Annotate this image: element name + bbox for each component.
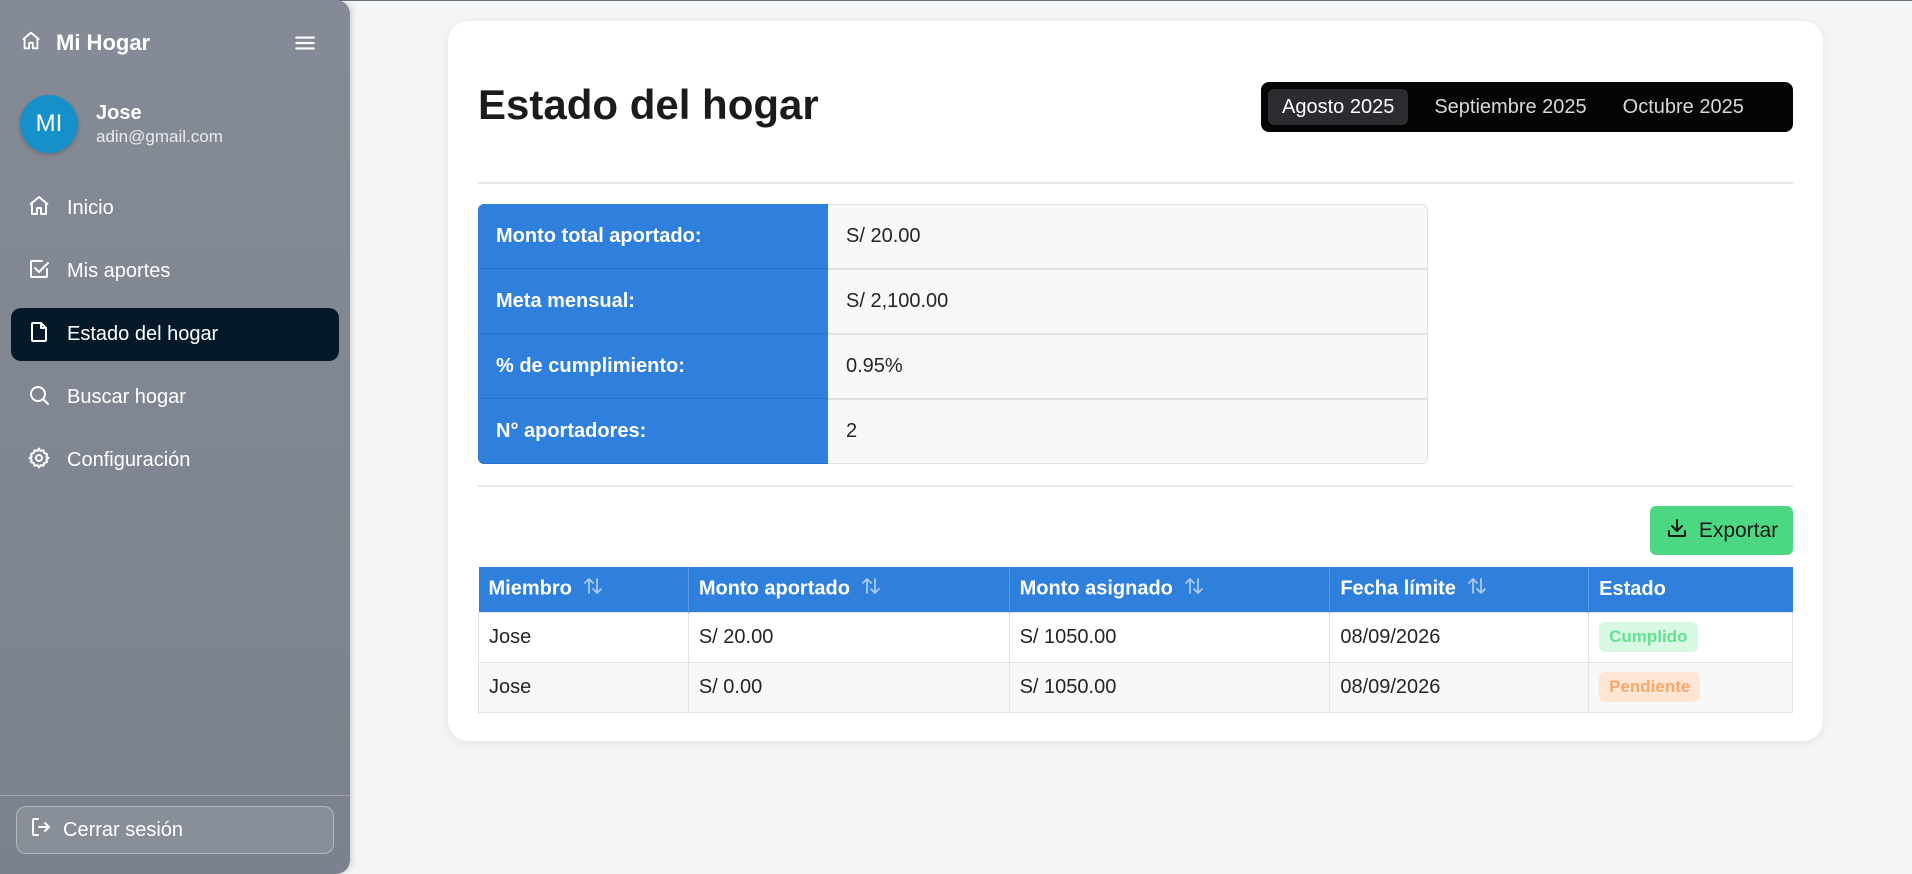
sidebar-item-estado-del-hogar[interactable]: Estado del hogar <box>11 308 339 361</box>
cell-status: Cumplido <box>1588 611 1793 663</box>
summary-row: Monto total aportado: S/ 20.00 <box>478 204 1428 269</box>
page-title: Estado del hogar <box>478 81 819 128</box>
search-icon <box>27 383 51 413</box>
status-badge: Pendiente <box>1599 672 1701 702</box>
cell-member: Jose <box>478 661 689 713</box>
summary-row: N° aportadores: 2 <box>478 399 1428 464</box>
divider <box>478 485 1793 487</box>
user-name: Jose <box>96 101 142 124</box>
brand[interactable]: Mi Hogar <box>20 28 150 58</box>
user-email: adin@gmail.com <box>96 126 223 146</box>
divider <box>478 182 1793 184</box>
summary-value: 0.95% <box>828 334 1428 399</box>
summary-label: Meta mensual: <box>478 269 828 334</box>
sort-icon[interactable] <box>1466 576 1488 602</box>
column-header-estado: Estado <box>1588 567 1793 612</box>
sort-icon[interactable] <box>1183 576 1205 602</box>
sidebar-nav: Inicio Mis aportes Estado del hogar Busc… <box>11 182 339 497</box>
cell-assigned: S/ 1050.00 <box>1008 661 1331 713</box>
sort-icon[interactable] <box>860 576 882 602</box>
summary-label: N° aportadores: <box>478 399 828 464</box>
sidebar-item-buscar-hogar[interactable]: Buscar hogar <box>11 371 339 424</box>
status-badge: Cumplido <box>1599 622 1698 652</box>
table-row: Jose S/ 20.00 S/ 1050.00 08/09/2026 Cump… <box>478 611 1793 663</box>
column-header-miembro[interactable]: Miembro <box>478 567 689 612</box>
tab-agosto-2025[interactable]: Agosto 2025 <box>1268 89 1409 125</box>
summary-row: % de cumplimiento: 0.95% <box>478 334 1428 399</box>
home-icon <box>20 30 42 57</box>
members-table: Miembro Monto aportado Monto asignado Fe… <box>478 567 1793 713</box>
logout-icon <box>29 815 53 845</box>
tab-octubre-2025[interactable]: Octubre 2025 <box>1609 89 1758 125</box>
column-header-monto-asignado[interactable]: Monto asignado <box>1009 567 1331 612</box>
column-header-fecha-limite[interactable]: Fecha límite <box>1329 567 1590 612</box>
avatar[interactable]: MI <box>20 95 78 153</box>
sidebar-item-label: Mis aportes <box>67 260 171 282</box>
sidebar-item-label: Buscar hogar <box>67 386 186 408</box>
sidebar-item-configuracion[interactable]: Configuración <box>11 434 339 487</box>
sort-icon[interactable] <box>582 576 604 602</box>
home-icon <box>27 194 51 224</box>
sidebar-item-inicio[interactable]: Inicio <box>11 182 339 235</box>
summary-row: Meta mensual: S/ 2,100.00 <box>478 269 1428 334</box>
tab-septiembre-2025[interactable]: Septiembre 2025 <box>1420 89 1600 125</box>
gear-icon <box>27 446 51 476</box>
logout-label: Cerrar sesión <box>63 818 184 841</box>
brand-title: Mi Hogar <box>56 30 151 55</box>
cell-contributed: S/ 0.00 <box>687 661 1010 713</box>
logout-button[interactable]: Cerrar sesión <box>16 806 334 854</box>
month-selector: Agosto 2025 Septiembre 2025 Octubre 2025 <box>1261 82 1793 132</box>
summary-label: Monto total aportado: <box>478 204 828 269</box>
download-icon <box>1665 516 1689 546</box>
sidebar-item-label: Inicio <box>67 197 114 219</box>
cell-assigned: S/ 1050.00 <box>1008 611 1331 663</box>
file-icon <box>27 320 51 350</box>
cell-contributed: S/ 20.00 <box>687 611 1010 663</box>
cell-deadline: 08/09/2026 <box>1329 611 1590 663</box>
cell-deadline: 08/09/2026 <box>1329 661 1590 713</box>
cell-status: Pendiente <box>1588 661 1793 713</box>
sidebar-item-label: Configuración <box>67 449 191 471</box>
sidebar-divider <box>0 795 350 796</box>
summary-value: 2 <box>828 399 1428 464</box>
export-label: Exportar <box>1698 518 1779 542</box>
check-square-icon <box>27 257 51 287</box>
hamburger-menu-icon[interactable] <box>290 28 320 58</box>
summary-table: Monto total aportado: S/ 20.00 Meta mens… <box>478 204 1428 464</box>
table-header-row: Miembro Monto aportado Monto asignado Fe… <box>478 567 1793 612</box>
user-profile: MI Jose adin@gmail.com <box>20 95 223 153</box>
cell-member: Jose <box>478 611 689 663</box>
export-button[interactable]: Exportar <box>1650 506 1793 555</box>
summary-label: % de cumplimiento: <box>478 334 828 399</box>
sidebar-item-mis-aportes[interactable]: Mis aportes <box>11 245 339 298</box>
sidebar: Mi Hogar MI Jose adin@gmail.com Inicio M… <box>0 0 350 874</box>
main-card: Estado del hogar Agosto 2025 Septiembre … <box>448 21 1823 741</box>
summary-value: S/ 20.00 <box>828 204 1428 269</box>
table-row: Jose S/ 0.00 S/ 1050.00 08/09/2026 Pendi… <box>478 661 1793 713</box>
sidebar-item-label: Estado del hogar <box>67 323 219 345</box>
column-header-monto-aportado[interactable]: Monto aportado <box>688 567 1010 612</box>
summary-value: S/ 2,100.00 <box>828 269 1428 334</box>
